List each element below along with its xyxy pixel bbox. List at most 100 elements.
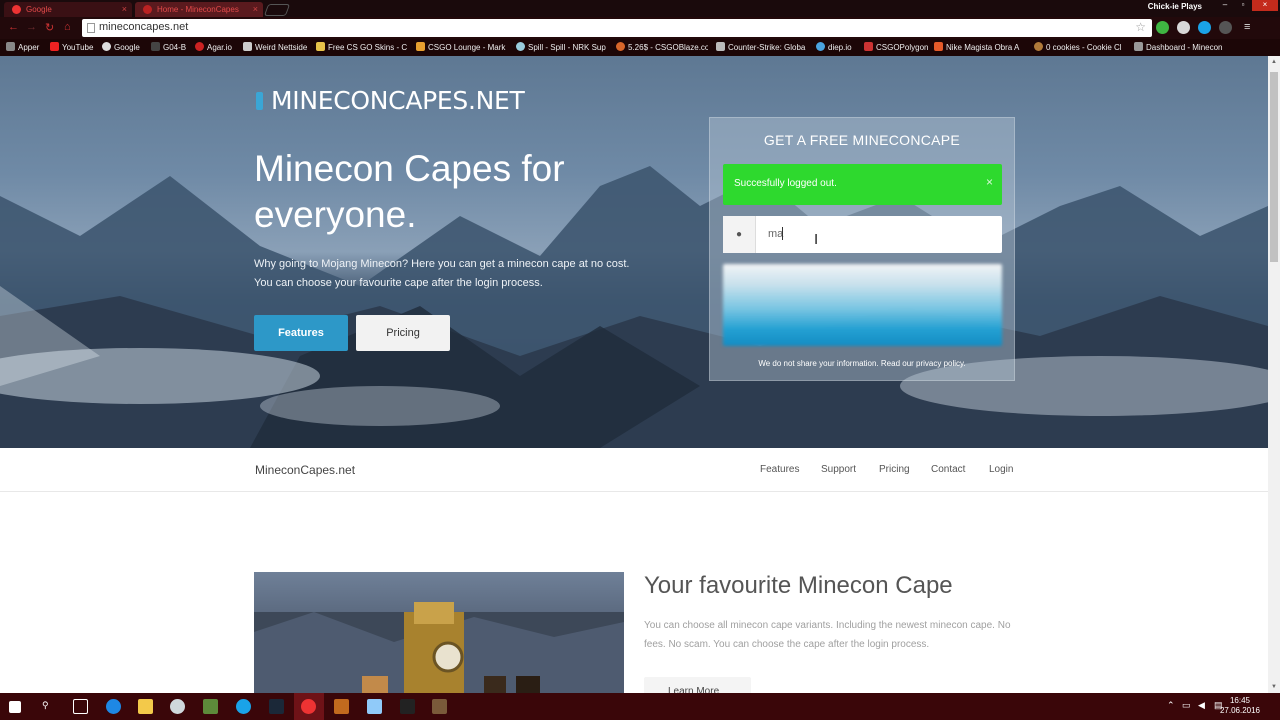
nav-login[interactable]: Login bbox=[989, 464, 1013, 475]
scroll-up-icon[interactable]: ▲ bbox=[1271, 59, 1277, 65]
page-icon bbox=[243, 42, 252, 51]
address-text: mineconcapes.net bbox=[99, 21, 189, 33]
home-icon[interactable]: ⌂ bbox=[64, 21, 71, 33]
tab-close-icon[interactable]: × bbox=[253, 4, 258, 14]
bookmark-item[interactable]: Google bbox=[102, 42, 140, 52]
minimize-icon[interactable]: – bbox=[1216, 0, 1234, 11]
tray-chevron-icon[interactable]: ⌃ bbox=[1167, 700, 1175, 711]
bookmark-item[interactable]: Dashboard - Minecon bbox=[1134, 42, 1226, 52]
bookmark-item[interactable]: Free CS GO Skins - C bbox=[316, 42, 408, 52]
cape-preview-image bbox=[254, 572, 624, 693]
obs-icon[interactable] bbox=[400, 699, 415, 714]
extension-info-icon[interactable] bbox=[1177, 21, 1190, 34]
username-field[interactable]: ● ma bbox=[723, 216, 1002, 253]
bookmark-item[interactable]: Agar.io bbox=[195, 42, 232, 52]
text-caret bbox=[782, 227, 783, 240]
tab-mineconcapes[interactable]: Home - MineconCapes × bbox=[135, 2, 263, 17]
scroll-down-icon[interactable]: ▼ bbox=[1271, 684, 1277, 690]
search-icon[interactable]: ⚲ bbox=[42, 700, 49, 711]
pricing-button[interactable]: Pricing bbox=[356, 315, 450, 351]
nike-icon bbox=[934, 42, 943, 51]
task-view-icon[interactable] bbox=[73, 699, 88, 714]
back-icon[interactable]: ← bbox=[8, 21, 19, 33]
forward-icon[interactable]: → bbox=[26, 21, 37, 33]
bookmark-star-icon[interactable]: ☆ bbox=[1135, 20, 1146, 34]
app-icon[interactable] bbox=[334, 699, 349, 714]
diep-icon bbox=[816, 42, 825, 51]
edge-icon[interactable] bbox=[106, 699, 121, 714]
steam-icon[interactable] bbox=[269, 699, 284, 714]
bookmark-item[interactable]: 5.26$ - CSGOBlaze.co bbox=[616, 42, 708, 52]
tab-google[interactable]: Google × bbox=[4, 2, 132, 17]
file-explorer-icon[interactable] bbox=[138, 699, 153, 714]
skype-extension-icon[interactable] bbox=[1198, 21, 1211, 34]
chrome-icon[interactable] bbox=[301, 699, 316, 714]
tab-title: Google bbox=[26, 5, 52, 14]
reload-icon[interactable]: ↻ bbox=[45, 21, 54, 34]
bookmark-item[interactable]: Weird Nettside bbox=[243, 42, 307, 52]
scrollbar-thumb[interactable] bbox=[1270, 72, 1278, 262]
text-cursor-icon: I bbox=[814, 231, 819, 248]
polygon-icon bbox=[864, 42, 873, 51]
features-button[interactable]: Features bbox=[254, 315, 348, 351]
csgo-icon bbox=[716, 42, 725, 51]
windows-taskbar: ⚲ ⌃ ▭ ◀ ▤ 16:45 27.06.2016 bbox=[0, 693, 1280, 720]
dashboard-icon bbox=[1134, 42, 1143, 51]
close-window-icon[interactable]: × bbox=[1252, 0, 1278, 11]
media-player-icon[interactable] bbox=[170, 699, 185, 714]
new-tab-button[interactable] bbox=[263, 4, 291, 16]
bookmark-item[interactable]: Spill - Spill - NRK Sup bbox=[516, 42, 608, 52]
extension-check-icon[interactable] bbox=[1156, 21, 1169, 34]
logout-alert: Succesfully logged out. × bbox=[723, 164, 1002, 205]
browser-toolbar: ← → ↻ ⌂ mineconcapes.net ☆ ≡ bbox=[0, 17, 1280, 39]
blaze-icon bbox=[616, 42, 625, 51]
skype-icon[interactable] bbox=[236, 699, 251, 714]
site-navbar: MineconCapes.net Features Support Pricin… bbox=[0, 448, 1268, 492]
bookmark-item[interactable]: Apper bbox=[6, 42, 39, 52]
section-title: Your favourite Minecon Cape bbox=[644, 572, 953, 599]
bookmark-item[interactable]: G04-B bbox=[151, 42, 186, 52]
network-icon[interactable]: ▭ bbox=[1182, 700, 1191, 711]
nav-features[interactable]: Features bbox=[760, 464, 799, 475]
brand-name[interactable]: MINECONCAPES.NET bbox=[271, 86, 525, 115]
google-favicon-icon bbox=[12, 5, 21, 14]
hero-intro: Why going to Mojang Minecon? Here you ca… bbox=[254, 255, 654, 293]
windows-start-icon[interactable] bbox=[9, 701, 21, 713]
notepad-icon[interactable] bbox=[367, 699, 382, 714]
blurred-submit-area[interactable] bbox=[723, 264, 1002, 346]
system-clock[interactable]: 16:45 27.06.2016 bbox=[1220, 696, 1260, 716]
tab-close-icon[interactable]: × bbox=[122, 4, 127, 14]
bookmark-item[interactable]: CSGO Lounge - Mark bbox=[416, 42, 508, 52]
cookie-icon bbox=[1034, 42, 1043, 51]
bookmark-item[interactable]: Nike Magista Obra A bbox=[934, 42, 1026, 52]
minecraft-icon[interactable] bbox=[203, 699, 218, 714]
bookmark-item[interactable]: diep.io bbox=[816, 42, 852, 52]
privacy-note[interactable]: We do not share your information. Read o… bbox=[710, 359, 1014, 368]
page-scrollbar[interactable]: ▲ ▼ bbox=[1268, 56, 1280, 693]
bookmark-item[interactable]: YouTube bbox=[50, 42, 93, 52]
maximize-icon[interactable]: ▫ bbox=[1234, 0, 1252, 11]
site-logo[interactable]: MineconCapes.net bbox=[255, 463, 355, 477]
nav-contact[interactable]: Contact bbox=[931, 464, 965, 475]
alert-close-icon[interactable]: × bbox=[986, 175, 993, 189]
tab-title: Home - MineconCapes bbox=[157, 5, 239, 14]
mineconcapes-favicon-icon bbox=[143, 5, 152, 14]
bookmark-item[interactable]: Counter-Strike: Globa bbox=[716, 42, 808, 52]
extension-gear-icon[interactable] bbox=[1219, 21, 1232, 34]
bookmark-item[interactable]: CSGOPolygon bbox=[864, 42, 928, 52]
nav-support[interactable]: Support bbox=[821, 464, 856, 475]
panel-title: GET A FREE MINECONCAPE bbox=[763, 132, 961, 148]
address-bar[interactable]: mineconcapes.net ☆ bbox=[82, 19, 1152, 37]
volume-icon[interactable]: ◀ bbox=[1198, 700, 1205, 711]
nav-pricing[interactable]: Pricing bbox=[879, 464, 910, 475]
package-icon[interactable] bbox=[432, 699, 447, 714]
hero-section bbox=[0, 56, 1268, 448]
lounge-icon bbox=[416, 42, 425, 51]
bookmark-item[interactable]: 0 cookies - Cookie Cl bbox=[1034, 42, 1126, 52]
bookmark-icon bbox=[151, 42, 160, 51]
nrk-icon bbox=[516, 42, 525, 51]
brand-logo-icon bbox=[256, 92, 263, 110]
chrome-menu-icon[interactable]: ≡ bbox=[1244, 21, 1250, 33]
minecraft-scene bbox=[254, 602, 624, 693]
profile-name[interactable]: Chick-ie Plays bbox=[1148, 2, 1202, 11]
